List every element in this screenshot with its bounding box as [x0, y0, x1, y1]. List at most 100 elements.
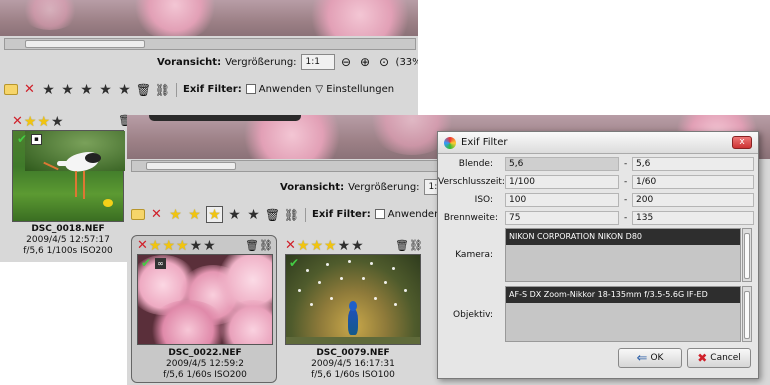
- reject-icon[interactable]: ✕: [137, 238, 148, 254]
- front-preview-bar: Voransicht: Vergrößerung: 1:1: [280, 179, 458, 195]
- exif-filter-label: Exif Filter:: [312, 209, 371, 220]
- lens-list[interactable]: AF-S DX Zoom-Nikkor 18-135mm f/3.5-5.6G …: [505, 286, 741, 342]
- thumb-exposure: f/5,6 1/60s ISO100: [311, 370, 395, 380]
- iso-to-input[interactable]: 200: [632, 193, 754, 207]
- thumb2-trash-icon[interactable]: 🗑: [395, 239, 409, 252]
- iso-from-input[interactable]: 100: [505, 193, 619, 207]
- cherry-blossom-thumbnail[interactable]: ✔ ∞: [137, 254, 273, 345]
- back-preview-bar: Voransicht: Vergrößerung: 1:1 ⊖ ⊕ ⊙ (33%…: [157, 54, 418, 70]
- field-label-aperture: Blende:: [458, 159, 493, 169]
- folder-icon[interactable]: [4, 84, 18, 95]
- settings-button[interactable]: ▽ Einstellungen: [315, 84, 394, 95]
- zoom-select[interactable]: 1:1: [300, 54, 335, 70]
- close-button[interactable]: x: [732, 136, 752, 149]
- star-filter-2-icon[interactable]: ★: [60, 82, 75, 97]
- stork-thumbnail[interactable]: ✔ ▪: [12, 130, 125, 222]
- link-badge-icon: ∞: [155, 258, 166, 269]
- folder-icon[interactable]: [131, 209, 145, 220]
- trash-filter-icon[interactable]: 🗑: [136, 82, 151, 97]
- rating-star-4-icon[interactable]: ★: [190, 238, 203, 254]
- preview-label: Voransicht:: [280, 181, 345, 193]
- star-filter-5-icon[interactable]: ★: [246, 207, 261, 222]
- shutter-to-input[interactable]: 1/60: [632, 175, 754, 189]
- cancel-button[interactable]: ✖ Cancel: [687, 348, 751, 368]
- zoom-out-icon[interactable]: ⊖: [339, 55, 354, 70]
- check-icon: ✔: [289, 256, 300, 270]
- lens-list-scrollbar[interactable]: [742, 286, 752, 342]
- rating-star-3-icon[interactable]: ★: [176, 238, 189, 254]
- zoom-fit-icon[interactable]: ⊙: [377, 55, 392, 70]
- camera-list[interactable]: NIKON CORPORATION NIKON D80: [505, 228, 741, 282]
- thumb1-link-icon[interactable]: ⛓: [259, 239, 273, 252]
- apply-checkbox[interactable]: Anwenden: [374, 209, 441, 220]
- rating-star-2-icon[interactable]: ★: [37, 114, 50, 130]
- peacock-thumbnail[interactable]: ✔: [285, 254, 421, 345]
- star-filter-3-icon[interactable]: ★: [206, 206, 223, 223]
- star-filter-1-icon[interactable]: ★: [168, 207, 183, 222]
- dialog-title: Exif Filter: [461, 137, 508, 148]
- link-filter-icon[interactable]: ⛓: [155, 82, 170, 97]
- rating-star-2-icon[interactable]: ★: [162, 238, 175, 254]
- apply-label: Anwenden: [258, 84, 312, 95]
- reject-filter-icon[interactable]: ✕: [22, 82, 37, 97]
- rating-star-3-icon[interactable]: ★: [51, 114, 64, 130]
- range-dash: -: [624, 159, 628, 169]
- back-horizontal-scrollbar[interactable]: [4, 38, 416, 50]
- check-icon: ✔: [141, 256, 152, 270]
- aperture-to-input[interactable]: 5,6: [632, 157, 754, 171]
- thumb2-link-icon[interactable]: ⛓: [409, 239, 423, 252]
- camera-label: Kamera:: [455, 250, 493, 260]
- zoom-percent: (33%): [395, 56, 418, 68]
- zoom-label: Vergrößerung:: [348, 181, 420, 193]
- ok-button[interactable]: ⇐ OK: [618, 348, 682, 368]
- preview-label: Voransicht:: [157, 56, 222, 68]
- thumb1-trash-icon[interactable]: 🗑: [245, 239, 259, 252]
- rating-star-1-icon[interactable]: ★: [24, 114, 37, 130]
- thumb1-caption: DSC_0022.NEF 2009/4/5 12:59:2 f/5,6 1/60…: [135, 348, 275, 381]
- shutter-from-input[interactable]: 1/100: [505, 175, 619, 189]
- star-filter-4-icon[interactable]: ★: [98, 82, 113, 97]
- reject-icon[interactable]: ✕: [12, 114, 23, 130]
- thumb2-rating[interactable]: ✕ ★ ★ ★ ★ ★: [285, 238, 364, 254]
- star-filter-5-icon[interactable]: ★: [117, 82, 132, 97]
- reject-icon[interactable]: ✕: [285, 238, 296, 254]
- rating-star-4-icon[interactable]: ★: [338, 238, 351, 254]
- star-filter-4-icon[interactable]: ★: [227, 207, 242, 222]
- camera-list-item[interactable]: NIKON CORPORATION NIKON D80: [506, 229, 740, 245]
- thumb-date: 2009/4/5 12:59:2: [166, 359, 244, 369]
- aperture-from-input[interactable]: 5,6: [505, 157, 619, 171]
- thumb-filename: DSC_0022.NEF: [168, 348, 242, 358]
- zoom-in-icon[interactable]: ⊕: [358, 55, 373, 70]
- reject-filter-icon[interactable]: ✕: [149, 207, 164, 222]
- app-logo-icon: [444, 136, 456, 149]
- range-dash: -: [624, 195, 628, 205]
- exif-filter-label: Exif Filter:: [183, 84, 242, 95]
- back-thumb-caption: DSC_0018.NEF 2009/4/5 12:57:17 f/5,6 1/1…: [12, 224, 124, 257]
- link-filter-icon[interactable]: ⛓: [284, 207, 299, 222]
- cancel-label: Cancel: [710, 353, 741, 363]
- rating-star-3-icon[interactable]: ★: [324, 238, 337, 254]
- focal-to-input[interactable]: 135: [632, 211, 754, 225]
- front-horizontal-scrollbar[interactable]: [131, 160, 443, 172]
- apply-checkbox[interactable]: Anwenden: [245, 84, 312, 95]
- lens-list-item[interactable]: AF-S DX Zoom-Nikkor 18-135mm f/3.5-5.6G …: [506, 287, 740, 303]
- rating-star-1-icon[interactable]: ★: [297, 238, 310, 254]
- star-filter-2-icon[interactable]: ★: [187, 207, 202, 222]
- rating-star-5-icon[interactable]: ★: [351, 238, 364, 254]
- star-filter-3-icon[interactable]: ★: [79, 82, 94, 97]
- rating-star-5-icon[interactable]: ★: [203, 238, 216, 254]
- back-thumb-rating[interactable]: ✕ ★ ★ ★: [12, 114, 64, 130]
- camera-list-scrollbar[interactable]: [742, 228, 752, 282]
- check-icon: ✔: [17, 132, 28, 146]
- star-filter-1-icon[interactable]: ★: [41, 82, 56, 97]
- thumb-exposure: f/5,6 1/100s ISO200: [23, 246, 113, 256]
- rating-star-1-icon[interactable]: ★: [149, 238, 162, 254]
- focal-from-input[interactable]: 75: [505, 211, 619, 225]
- dialog-titlebar[interactable]: Exif Filter: [438, 132, 758, 154]
- thumb1-rating[interactable]: ✕ ★ ★ ★ ★ ★: [137, 238, 216, 254]
- thumb-filename: DSC_0079.NEF: [316, 348, 390, 358]
- thumb-exposure: f/5,6 1/60s ISO200: [163, 370, 247, 380]
- trash-filter-icon[interactable]: 🗑: [265, 207, 280, 222]
- rating-star-2-icon[interactable]: ★: [310, 238, 323, 254]
- apply-label: Anwenden: [387, 209, 441, 220]
